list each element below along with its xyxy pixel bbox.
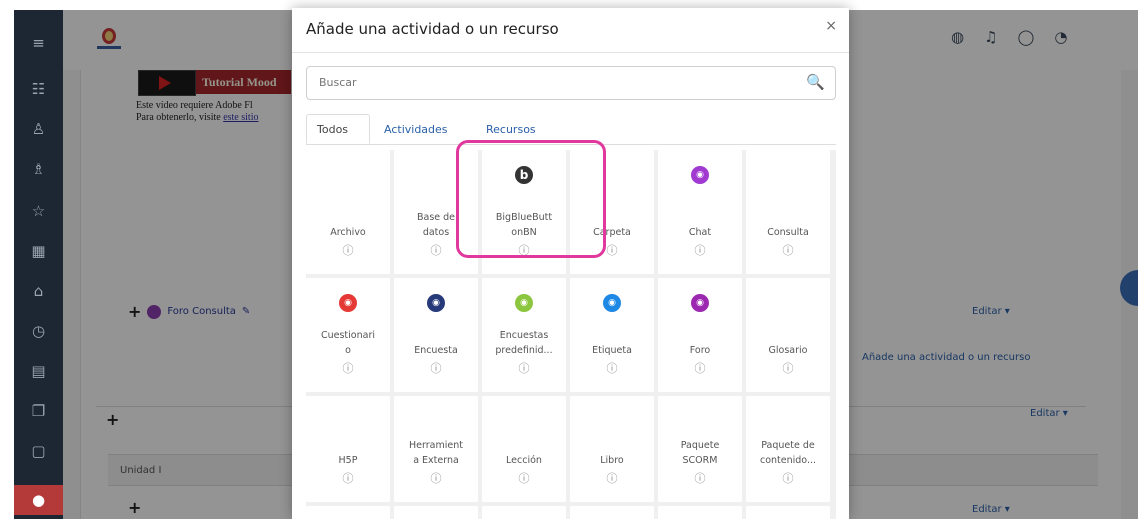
info-icon[interactable]: ⓘ — [341, 244, 355, 258]
forum-icon: ◉ — [691, 294, 709, 312]
search-box: 🔍 — [306, 66, 836, 100]
info-icon[interactable]: ⓘ — [341, 362, 355, 376]
activity-label: Encuesta — [414, 345, 458, 356]
activity-label: Glosario — [768, 345, 808, 356]
star-icon[interactable]: ☆ — [14, 196, 63, 226]
info-icon[interactable]: ⓘ — [693, 362, 707, 376]
calendar-icon[interactable]: ▤ — [14, 356, 63, 386]
activity-label: Cuestionari o — [320, 330, 375, 356]
modal-title: Añade una actividad o un recurso — [306, 20, 559, 38]
info-icon[interactable]: ⓘ — [605, 472, 619, 486]
search-icon[interactable]: 🔍 — [806, 73, 825, 91]
activity-label: Etiqueta — [592, 345, 632, 356]
activity-item[interactable]: Libro ⓘ — [570, 396, 654, 502]
activity-label: Paquete de contenido... — [759, 440, 817, 466]
dashboard-icon[interactable]: ◷ — [14, 316, 63, 346]
activity-item-partial[interactable] — [306, 506, 390, 519]
activity-item[interactable]: ◉ Chat ⓘ — [658, 150, 742, 274]
activity-label: Consulta — [767, 227, 809, 238]
activity-item[interactable]: H5P ⓘ — [306, 396, 390, 502]
info-icon[interactable]: ⓘ — [781, 362, 795, 376]
bigbluebutton-highlight-box — [456, 140, 606, 258]
activity-label: Libro — [600, 455, 624, 466]
activity-item[interactable]: Paquete SCORM ⓘ — [658, 396, 742, 502]
files-icon[interactable]: ❐ — [14, 396, 63, 426]
grades-icon[interactable]: ▦ — [14, 236, 63, 266]
activity-item[interactable]: Glosario ⓘ — [746, 278, 830, 392]
search-input[interactable] — [317, 75, 791, 90]
activity-item[interactable]: ◉ Foro ⓘ — [658, 278, 742, 392]
activity-item-partial[interactable] — [482, 506, 566, 519]
info-icon[interactable]: ⓘ — [429, 244, 443, 258]
menu-icon[interactable]: ≡ — [14, 28, 63, 58]
activity-item[interactable]: Herramient a Externa ⓘ — [394, 396, 478, 502]
course-index-icon[interactable]: ☷ — [14, 74, 63, 104]
info-icon[interactable]: ⓘ — [693, 244, 707, 258]
activity-label: Herramient a Externa — [409, 440, 463, 466]
participants-icon[interactable]: ♙ — [14, 114, 63, 144]
activity-label: H5P — [338, 455, 358, 466]
chat-icon: ◉ — [691, 166, 709, 184]
info-icon[interactable]: ⓘ — [517, 472, 531, 486]
activity-item-partial[interactable] — [746, 506, 830, 519]
quiz-icon: ◉ — [339, 294, 357, 312]
activity-item[interactable]: ◉ Etiqueta ⓘ — [570, 278, 654, 392]
activity-item[interactable]: ◉ Cuestionari o ⓘ — [306, 278, 390, 392]
left-sidebar: ≡ ☷ ♙ ♗ ☆ ▦ ⌂ ◷ ▤ ❐ ▢ ● — [14, 10, 63, 519]
feedback-icon: ◉ — [515, 294, 533, 312]
info-icon[interactable]: ⓘ — [693, 472, 707, 486]
badges-icon[interactable]: ♗ — [14, 154, 63, 184]
admin-icon[interactable]: ● — [14, 485, 63, 515]
content-bank-icon[interactable]: ▢ — [14, 436, 63, 466]
activity-item-partial[interactable] — [658, 506, 742, 519]
modal-divider — [292, 52, 849, 53]
activity-chooser-modal: Añade una actividad o un recurso × 🔍 Tod… — [292, 8, 849, 519]
activity-label: Paquete SCORM — [680, 440, 720, 466]
activity-item[interactable]: Archivo ⓘ — [306, 150, 390, 274]
activity-item-partial[interactable] — [394, 506, 478, 519]
info-icon[interactable]: ⓘ — [781, 244, 795, 258]
activity-item[interactable]: ◉ Encuestas predefinid... ⓘ — [482, 278, 566, 392]
survey-icon: ◉ — [427, 294, 445, 312]
info-icon[interactable]: ⓘ — [781, 472, 795, 486]
activity-item[interactable]: ◉ Encuesta ⓘ — [394, 278, 478, 392]
activity-item[interactable]: Consulta ⓘ — [746, 150, 830, 274]
info-icon[interactable]: ⓘ — [605, 244, 619, 258]
info-icon[interactable]: ⓘ — [429, 362, 443, 376]
info-icon[interactable]: ⓘ — [517, 362, 531, 376]
info-icon[interactable]: ⓘ — [605, 362, 619, 376]
tab-actividades[interactable]: Actividades — [374, 114, 458, 144]
activity-label: Foro — [689, 345, 711, 356]
activity-label: Archivo — [330, 227, 366, 238]
activity-item[interactable]: Paquete de contenido... ⓘ — [746, 396, 830, 502]
close-icon[interactable]: × — [825, 18, 837, 34]
info-icon[interactable]: ⓘ — [429, 472, 443, 486]
activity-item-partial[interactable] — [570, 506, 654, 519]
activity-item[interactable]: Lección ⓘ — [482, 396, 566, 502]
label-icon: ◉ — [603, 294, 621, 312]
activity-label: Lección — [506, 455, 542, 466]
activity-label: Chat — [688, 227, 712, 238]
activity-label: Encuestas predefinid... — [495, 330, 553, 356]
tab-todos[interactable]: Todos — [306, 114, 370, 144]
home-icon[interactable]: ⌂ — [14, 276, 63, 306]
info-icon[interactable]: ⓘ — [341, 472, 355, 486]
